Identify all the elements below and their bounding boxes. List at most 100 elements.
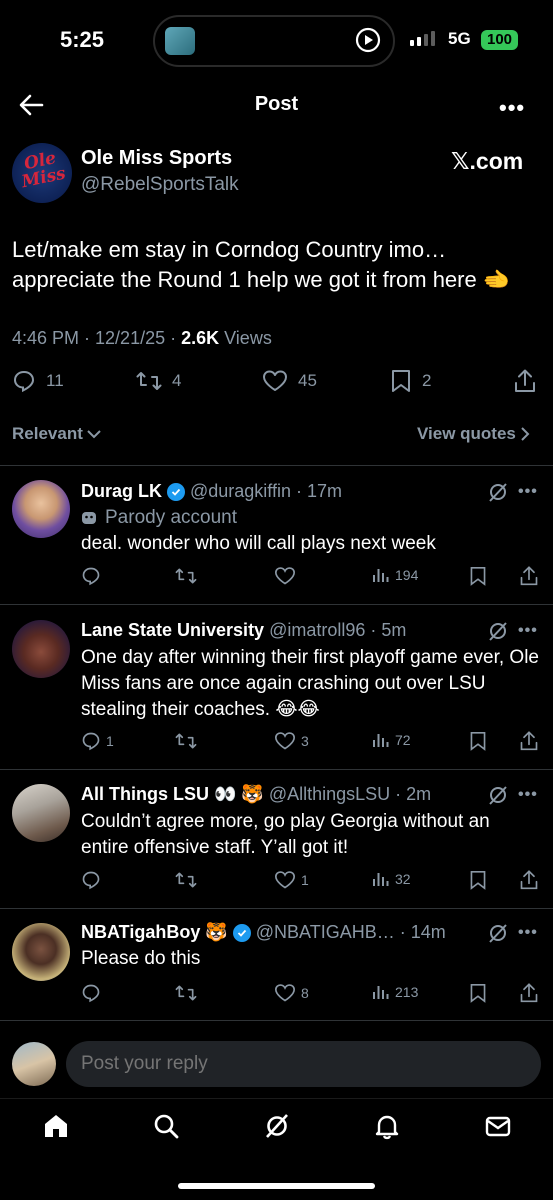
reply-count: 11 [46,371,64,390]
reply-reply-button[interactable] [81,983,106,1003]
page-title: Post [254,93,299,115]
bookmark-count: 2 [422,371,432,390]
reply-item[interactable]: Lane State University @imatroll96 · 5m O… [0,604,553,769]
reply-handle[interactable]: @NBATIGAHB… · 14m [256,922,446,943]
reply-handle[interactable]: @duragkiffin · 17m [190,481,342,502]
reply-author-name[interactable]: Lane State University [81,620,264,641]
reply-more-icon[interactable]: ••• [518,483,538,501]
search-icon[interactable] [152,1112,180,1140]
sort-relevant-label: Relevant [12,424,83,443]
author-avatar[interactable]: Ole Miss [12,143,72,203]
reply-more-icon[interactable]: ••• [518,924,538,942]
reply-icon [82,984,100,1003]
reply-handle[interactable]: @AllthingsLSU · 2m [269,784,431,805]
post-views-label: Views [219,328,272,348]
heart-icon [274,732,296,750]
reply-text: One day after winning their first playof… [81,647,539,720]
repost-icon [175,985,197,1001]
reply-text: deal. wonder who will call plays next we… [81,533,436,554]
grok-tab-icon[interactable] [263,1112,291,1140]
views-icon [373,873,389,886]
reply-like-count: 3 [301,733,309,749]
author-handle[interactable]: @RebelSportsTalk [81,174,239,196]
reply-repost-button[interactable] [175,983,202,1003]
reply-share-icon[interactable] [519,565,539,587]
reply-share-icon[interactable] [519,982,539,1004]
verified-badge-icon [232,923,251,942]
repost-icon [175,733,197,749]
reply-item[interactable]: Durag LK @duragkiffin · 17m Parody accou… [0,465,553,604]
reply-avatar[interactable] [12,620,70,678]
reply-more-icon[interactable]: ••• [518,622,538,640]
view-quotes-link[interactable]: View quotes [417,424,530,444]
bookmark-icon [392,370,410,392]
reply-button[interactable]: 11 [12,369,64,393]
messages-mail-icon[interactable] [484,1112,512,1140]
reply-reply-button[interactable] [81,870,106,890]
reply-like-button[interactable] [274,566,301,586]
reply-more-icon[interactable]: ••• [518,786,538,804]
repost-button[interactable]: 4 [136,369,181,393]
like-count: 45 [298,371,317,390]
reply-author-name[interactable]: NBATigahBoy 🐯 [81,922,228,943]
reply-views-count: 32 [395,871,411,887]
notifications-bell-icon[interactable] [373,1112,401,1140]
grok-icon[interactable] [487,922,509,944]
repost-icon [175,568,197,584]
reply-like-count: 8 [301,985,309,1001]
home-icon[interactable] [42,1112,70,1140]
author-name[interactable]: Ole Miss Sports [81,147,232,170]
reply-share-icon[interactable] [519,730,539,752]
reply-views-count: 72 [395,732,411,748]
views-icon [373,569,389,582]
sort-relevant-button[interactable]: Relevant [12,424,101,444]
reply-item[interactable]: All Things LSU 👀 🐯 @AllthingsLSU · 2m Co… [0,769,553,908]
more-options-icon[interactable]: ••• [499,95,525,121]
reply-handle[interactable]: @imatroll96 · 5m [269,620,406,641]
my-avatar[interactable] [12,1042,56,1086]
view-quotes-label: View quotes [417,424,516,443]
reply-bookmark-icon[interactable] [469,566,487,586]
heart-icon [263,370,287,391]
repost-count: 4 [172,371,182,390]
reply-reply-button[interactable]: 1 [81,731,114,751]
grok-icon[interactable] [487,620,509,642]
reply-author-name[interactable]: Durag LK [81,481,162,502]
reply-reply-button[interactable] [81,566,106,586]
reply-views-button[interactable]: 32 [372,870,411,888]
reply-bookmark-icon[interactable] [469,870,487,890]
reply-views-button[interactable]: 213 [372,983,418,1001]
play-icon[interactable] [355,27,381,53]
grok-icon[interactable] [487,784,509,806]
reply-header: NBATigahBoy 🐯 @NBATIGAHB… · 14m [81,922,446,943]
reply-like-button[interactable]: 1 [274,870,309,890]
reply-item[interactable]: NBATigahBoy 🐯 @NBATIGAHB… · 14m Please d… [0,908,553,1020]
reply-input[interactable] [66,1041,541,1087]
now-playing-artwork [165,27,195,55]
reply-repost-button[interactable] [175,731,202,751]
reply-author-name[interactable]: All Things LSU 👀 🐯 [81,784,264,805]
chevron-down-icon [87,430,101,439]
reply-views-button[interactable]: 194 [372,566,418,584]
reply-avatar[interactable] [12,923,70,981]
reply-like-button[interactable]: 3 [274,731,309,751]
like-button[interactable]: 45 [262,369,317,393]
grok-icon[interactable] [487,481,509,503]
reply-repost-button[interactable] [175,870,202,890]
reply-share-icon[interactable] [519,869,539,891]
reply-reply-count: 1 [106,733,114,749]
reply-like-button[interactable]: 8 [274,983,309,1003]
home-indicator[interactable] [178,1183,375,1189]
heart-icon [274,567,296,585]
reply-bookmark-icon[interactable] [469,983,487,1003]
views-icon [373,734,389,747]
reply-views-button[interactable]: 72 [372,731,411,749]
reply-avatar[interactable] [12,480,70,538]
post-text: Let/make em stay in Corndog Country imo…… [12,237,511,292]
reply-bookmark-icon[interactable] [469,731,487,751]
reply-repost-button[interactable] [175,566,202,586]
bookmark-button[interactable]: 2 [390,369,431,393]
share-icon[interactable] [513,368,537,394]
reply-like-count: 1 [301,872,309,888]
reply-avatar[interactable] [12,784,70,842]
